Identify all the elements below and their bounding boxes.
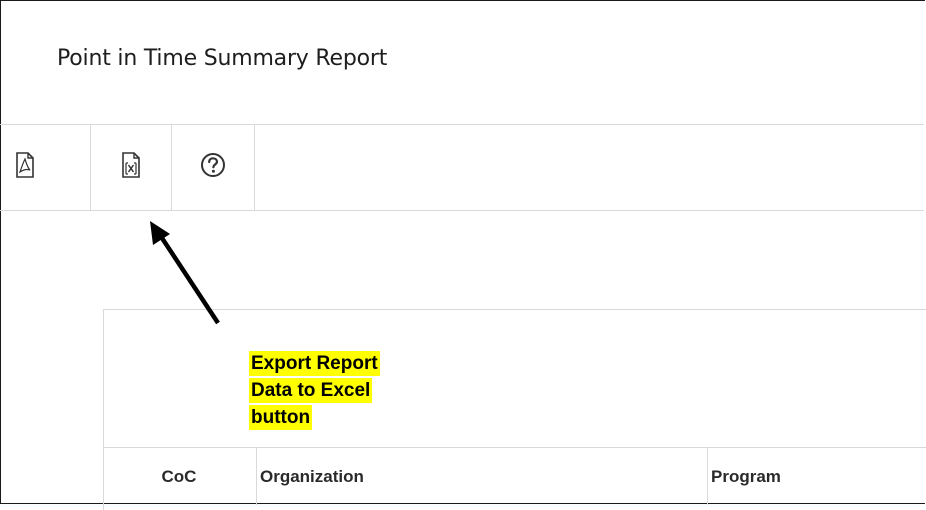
toolbar [0, 124, 924, 211]
column-header-coc: CoC [161, 466, 197, 486]
annotation-line-1: Export Report [249, 351, 380, 376]
annotation-line-3: button [249, 405, 313, 430]
annotation-arrow [150, 221, 220, 325]
annotation-callout: Export Report Data to Excel button [249, 351, 380, 432]
help-circle-icon [200, 152, 226, 183]
page-title: Point in Time Summary Report [57, 46, 388, 71]
pdf-file-icon [15, 151, 75, 183]
column-header-organization: Organization [256, 448, 708, 505]
annotation-line-2: Data to Excel [249, 378, 373, 403]
table-header-row: CoC Organization Program [103, 447, 926, 505]
export-excel-button[interactable] [90, 124, 171, 210]
export-pdf-button[interactable] [0, 124, 89, 210]
title-bar: Point in Time Summary Report [0, 0, 924, 125]
column-header-program: Program [707, 448, 926, 505]
help-button[interactable] [171, 124, 255, 210]
excel-file-icon [121, 151, 141, 183]
